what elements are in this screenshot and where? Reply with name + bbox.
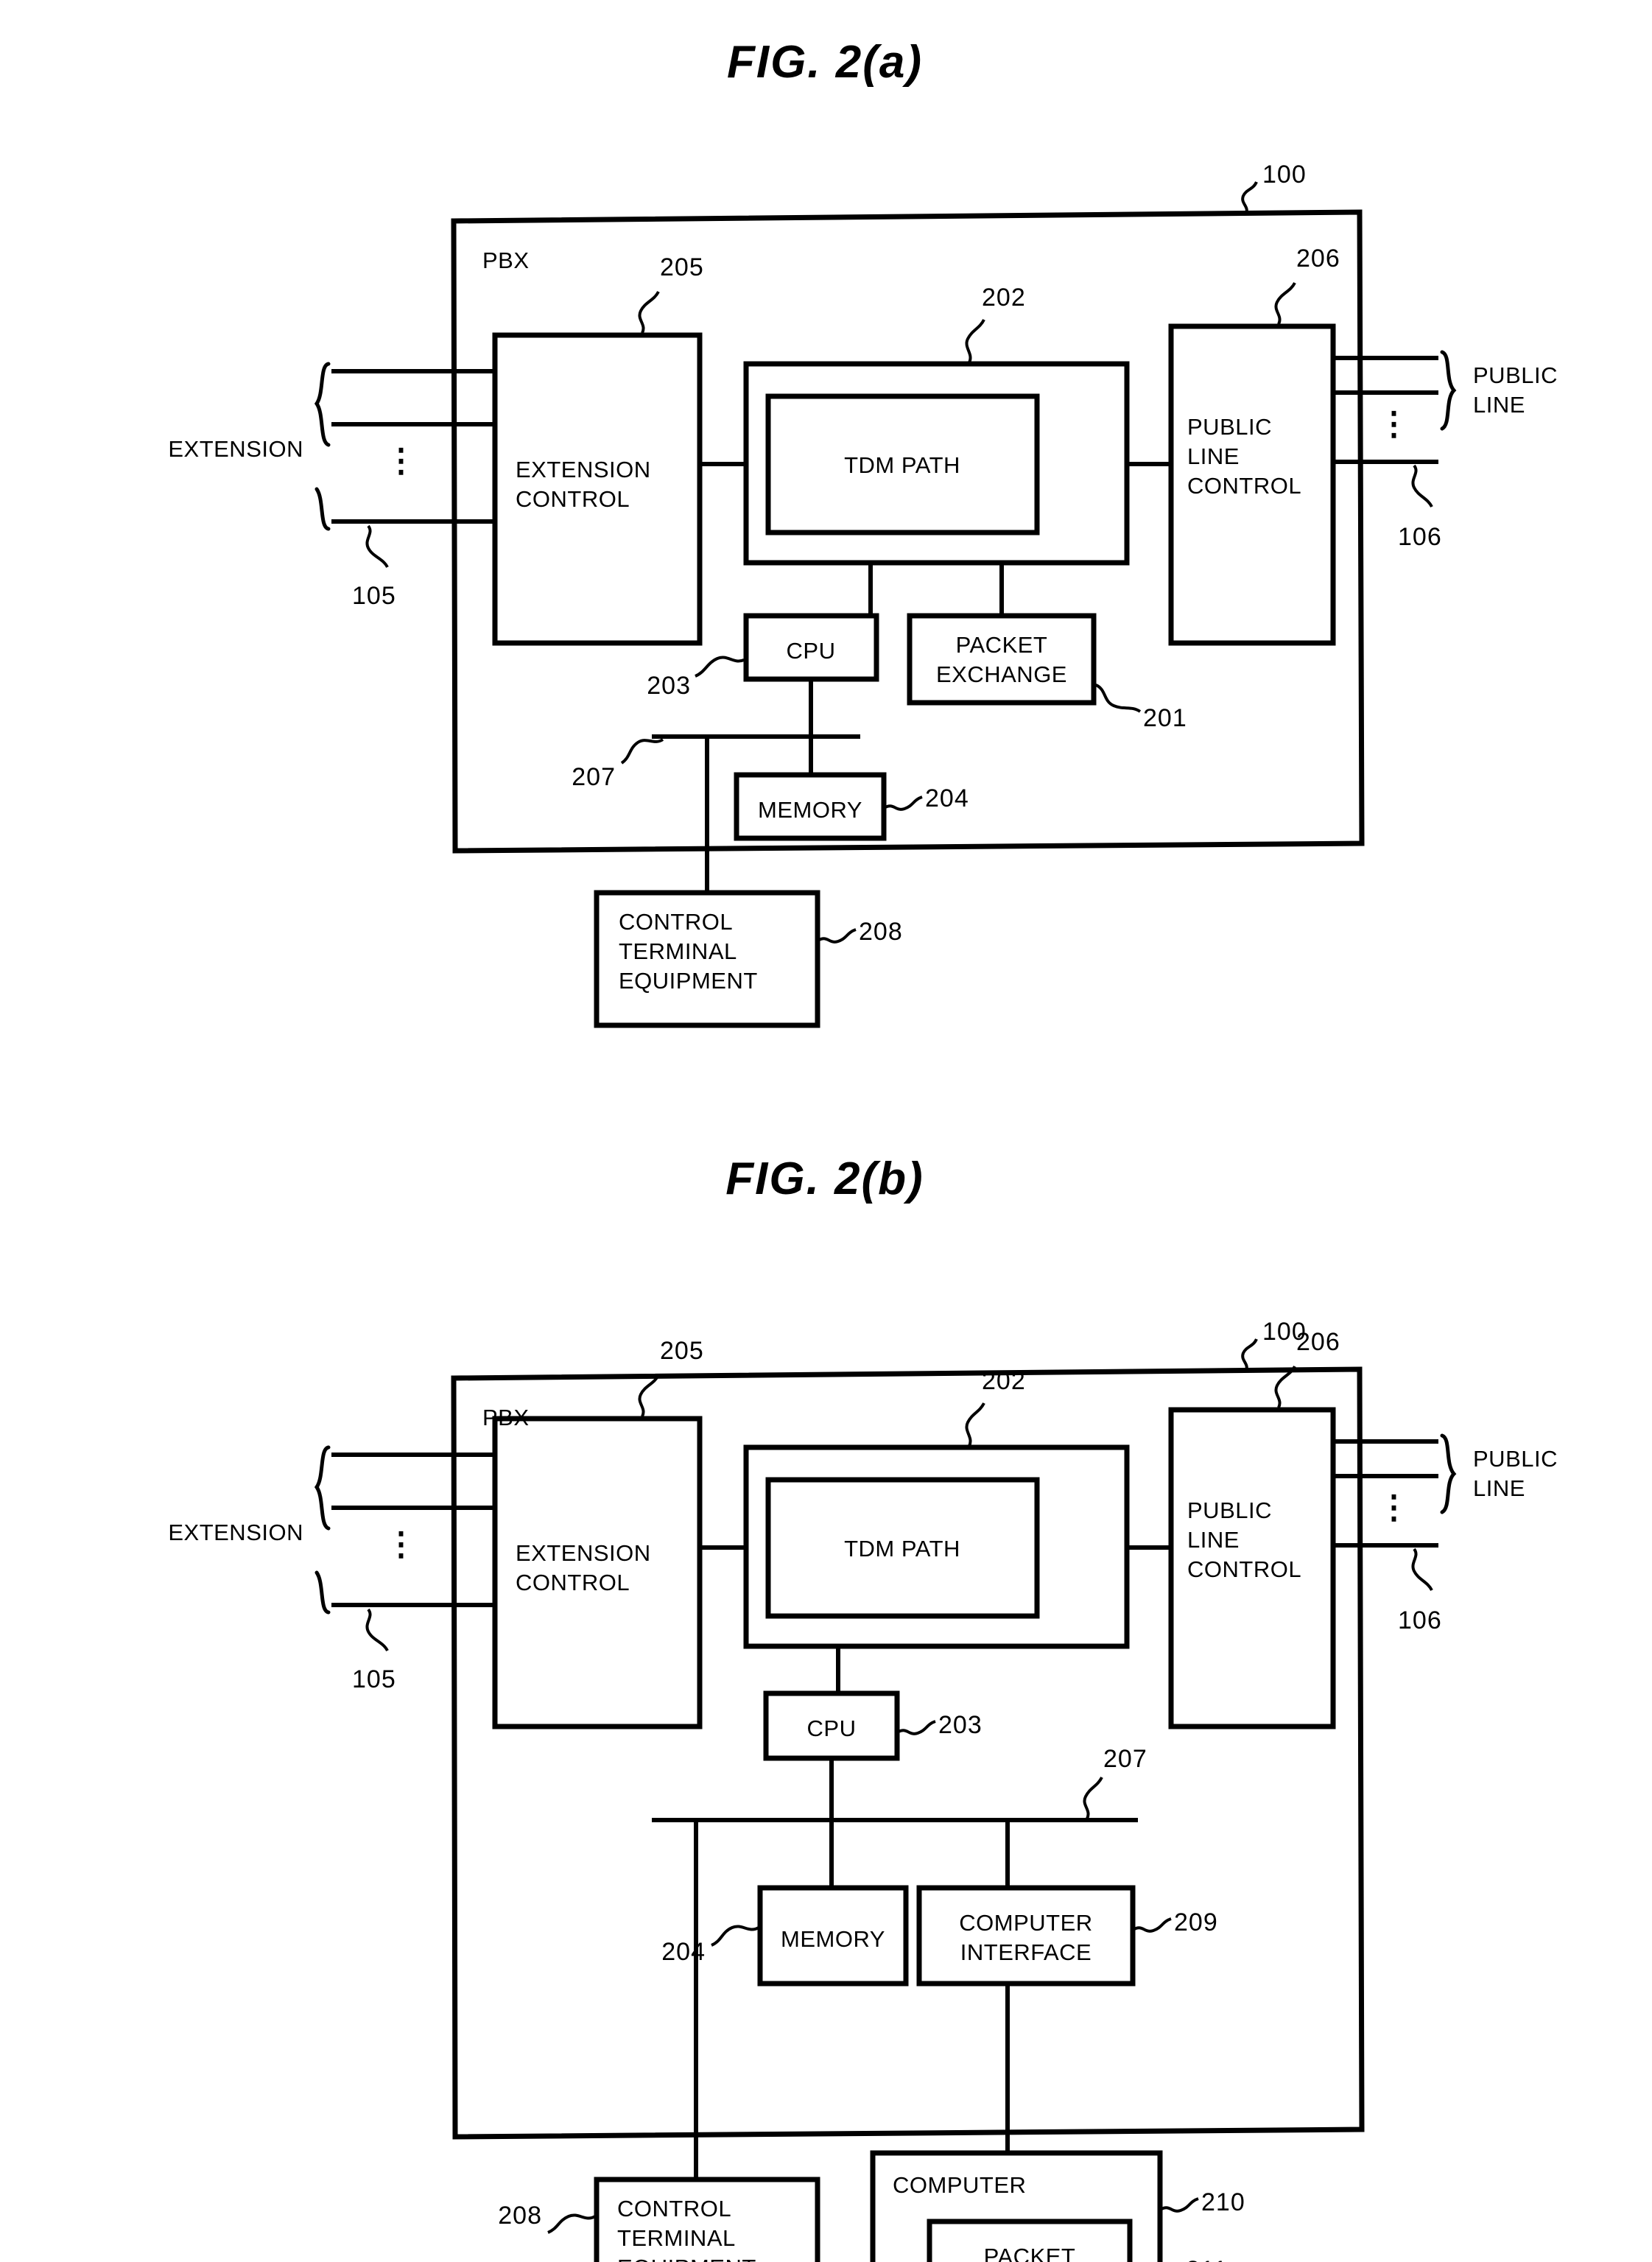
public-line-control-line1-2b: PUBLIC [1187,1497,1272,1523]
leader-204-2b [711,1925,759,1947]
extension-brace-2a [314,362,331,531]
extension-label-2b: EXTENSION [168,1520,303,1545]
ref-209-2b: 209 [1174,1908,1218,1936]
leader-208-2a [818,928,857,944]
public-line-label-line1-2b: PUBLIC [1473,1446,1558,1472]
leader-205-2a [638,290,660,334]
ref-207-2a: 207 [572,763,616,791]
figure-2a-title: FIG. 2(a) [727,37,923,88]
leader-210-2b [1161,2197,1199,2213]
computer-label-2b: COMPUTER [893,2172,1026,2198]
leader-203-2a [695,656,745,678]
public-line-control-line3-2b: CONTROL [1187,1556,1301,1582]
control-terminal-line3-2b: EQUIPMENT [617,2255,756,2262]
packet-exchange-line1-2a: PACKET [956,632,1048,658]
ref-201-2a: 201 [1143,704,1187,732]
extension-brace-2b [314,1445,331,1615]
public-line-brace-2b [1440,1433,1457,1514]
public-line-vertical-dots-2a: ⋮ [1378,406,1411,442]
cpu-label-2b: CPU [807,1715,857,1741]
leader-207-2b [1083,1777,1103,1819]
leader-100-2a [1241,181,1258,214]
public-line-control-line2-2a: LINE [1187,443,1240,469]
leader-202-2a [965,319,985,363]
ref-210-2b: 210 [1201,2188,1245,2216]
pbx-label-2a: PBX [482,247,530,273]
leader-203-2b [898,1720,936,1735]
patent-drawing-sheet: FIG. 2(a) PBX 100 ⋮ EXTENSION 105 EXTENS… [0,0,1652,2262]
ref-205-2a: 205 [660,253,704,281]
packet-exchange-block-2a [907,613,1097,706]
leader-209-2b [1133,1917,1172,1933]
computer-interface-block-2b [916,1885,1136,1987]
ref-105-2b: 105 [352,1665,396,1693]
ref-100-2a: 100 [1262,161,1307,189]
ref-208-2b: 208 [498,2202,542,2230]
public-line-label-line1-2a: PUBLIC [1473,362,1558,388]
leader-106-2b [1411,1548,1433,1592]
ref-105-2a: 105 [352,582,396,610]
extension-label-2a: EXTENSION [168,436,303,462]
ref-202-2a: 202 [982,284,1026,312]
ref-106-2a: 106 [1398,523,1442,551]
ref-207-2b: 207 [1103,1745,1147,1773]
extension-control-label-line2-2a: CONTROL [516,486,630,512]
extension-control-label-line1-2b: EXTENSION [516,1540,651,1566]
ref-203-2b: 203 [938,1711,983,1739]
leader-208-2b [547,2213,596,2234]
public-line-label-line2-2b: LINE [1473,1475,1525,1501]
ref-204-2b: 204 [661,1938,706,1966]
packet-exchange-line2-2a: EXCHANGE [936,661,1067,687]
cpu-label-2a: CPU [787,638,836,664]
memory-label-2a: MEMORY [758,797,862,823]
ref-205-2b: 205 [660,1337,704,1365]
leader-105-2a [365,524,389,569]
ref-211-2b: 211 [1186,2256,1228,2262]
leader-106-2a [1411,464,1433,508]
ref-206-2a: 206 [1296,245,1340,273]
ref-208-2a: 208 [859,918,903,946]
public-line-control-line2-2b: LINE [1187,1527,1240,1553]
leader-202-2b [965,1402,985,1447]
tdm-path-label-2b: TDM PATH [844,1536,960,1562]
ref-106-2b: 106 [1398,1606,1442,1634]
control-terminal-line1-2b: CONTROL [617,2196,731,2221]
control-terminal-line1-2a: CONTROL [619,909,733,935]
extension-vertical-dots-2b: ⋮ [385,1526,418,1562]
leader-100-2b [1241,1338,1258,1371]
memory-label-2b: MEMORY [781,1926,885,1952]
extension-control-label-line1-2a: EXTENSION [516,457,651,482]
figure-2b-title: FIG. 2(b) [725,1153,924,1204]
leader-105-2b [365,1608,389,1652]
packet-exchange-line1-2b: PACKET [984,2244,1076,2262]
computer-interface-line1-2b: COMPUTER [959,1910,1092,1936]
leader-201-2a [1095,684,1142,713]
control-terminal-line3-2a: EQUIPMENT [619,968,758,994]
leader-205-2b [638,1374,660,1417]
figure-2b: FIG. 2(b) PBX 100 ⋮ EXTENSION 105 EXTENS… [168,1153,1558,2262]
public-line-brace-2a [1440,350,1457,431]
pbx-outer-boundary-2b [451,1366,1365,2140]
computer-interface-line2-2b: INTERFACE [960,1939,1092,1965]
ref-203-2a: 203 [647,672,691,700]
public-line-label-line2-2a: LINE [1473,392,1525,418]
extension-vertical-dots-2a: ⋮ [385,443,418,479]
leader-207-2a [620,738,664,765]
leader-204-2a [885,795,923,811]
extension-control-label-line2-2b: CONTROL [516,1570,630,1595]
public-line-control-line1-2a: PUBLIC [1187,414,1272,440]
figure-2a: FIG. 2(a) PBX 100 ⋮ EXTENSION 105 EXTENS… [168,37,1558,1028]
public-line-vertical-dots-2b: ⋮ [1378,1489,1411,1525]
tdm-path-label-2a: TDM PATH [844,452,960,478]
leader-206-2a [1274,281,1296,325]
public-line-control-line3-2a: CONTROL [1187,473,1301,499]
control-terminal-line2-2b: TERMINAL [617,2225,736,2251]
control-terminal-line2-2a: TERMINAL [619,938,737,964]
ref-206-2b: 206 [1296,1328,1340,1356]
ref-202-2b: 202 [982,1367,1026,1395]
ref-204-2a: 204 [925,784,969,812]
